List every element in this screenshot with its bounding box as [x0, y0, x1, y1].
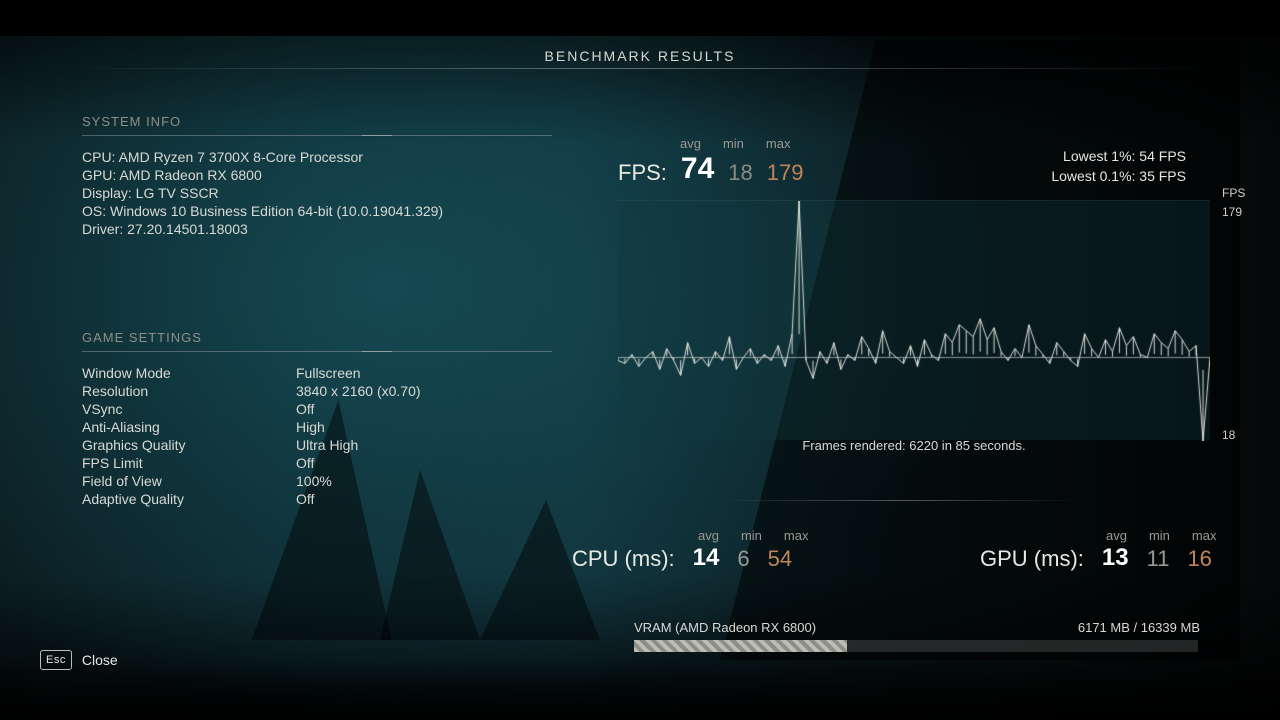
separator — [720, 500, 1080, 501]
settings-key: FPS Limit — [82, 454, 296, 472]
settings-value: Fullscreen — [296, 364, 361, 382]
settings-value: Off — [296, 454, 314, 472]
cpu-min: 6 — [737, 546, 749, 572]
system-info-line: GPU: AMD Radeon RX 6800 — [82, 166, 552, 184]
fps-min: 18 — [728, 160, 752, 186]
label-min: min — [723, 136, 744, 151]
settings-value: 100% — [296, 472, 332, 490]
system-info-line: Driver: 27.20.14501.18003 — [82, 220, 552, 238]
gpu-avg: 13 — [1102, 544, 1129, 572]
vram-value: 6171 MB / 16339 MB — [1078, 620, 1200, 635]
settings-row: VSyncOff — [82, 400, 552, 418]
lowest-01pct: Lowest 0.1%: 35 FPS — [1051, 166, 1186, 186]
fps-col-labels: avg min max — [680, 136, 790, 151]
frames-rendered-text: Frames rendered: 6220 in 85 seconds. — [618, 438, 1210, 453]
cpu-avg: 14 — [693, 544, 720, 572]
settings-row: Anti-AliasingHigh — [82, 418, 552, 436]
close-button[interactable]: Esc Close — [40, 650, 118, 670]
game-settings-panel: GAME SETTINGS Window ModeFullscreenResol… — [82, 330, 552, 508]
title-rule — [60, 68, 1214, 69]
system-info-line: CPU: AMD Ryzen 7 3700X 8-Core Processor — [82, 148, 552, 166]
cpu-col-labels: avg min max — [698, 528, 808, 543]
settings-value: 3840 x 2160 (x0.70) — [296, 382, 421, 400]
settings-value: Off — [296, 400, 314, 418]
cpu-max: 54 — [768, 546, 792, 572]
settings-key: Anti-Aliasing — [82, 418, 296, 436]
chart-y-unit: FPS — [1214, 186, 1245, 200]
chart-y-max: 179 — [1214, 205, 1242, 219]
gpu-label: GPU (ms): — [980, 546, 1084, 572]
vram-bar — [634, 640, 1198, 652]
label-max: max — [766, 136, 791, 151]
vram-label: VRAM (AMD Radeon RX 6800) — [634, 620, 816, 635]
game-settings-heading: GAME SETTINGS — [82, 330, 552, 352]
settings-value: Off — [296, 490, 314, 508]
settings-key: Window Mode — [82, 364, 296, 382]
fps-max: 179 — [767, 160, 804, 186]
settings-key: Graphics Quality — [82, 436, 296, 454]
settings-key: Adaptive Quality — [82, 490, 296, 508]
gpu-min: 11 — [1147, 546, 1170, 572]
settings-row: Window ModeFullscreen — [82, 364, 552, 382]
settings-value: High — [296, 418, 325, 436]
gpu-col-labels: avg min max — [1106, 528, 1216, 543]
system-info-panel: SYSTEM INFO CPU: AMD Ryzen 7 3700X 8-Cor… — [82, 114, 552, 238]
settings-key: Field of View — [82, 472, 296, 490]
settings-value: Ultra High — [296, 436, 358, 454]
bottom-gradient — [0, 660, 1280, 720]
vram-bar-fill — [634, 640, 847, 652]
system-info-line: Display: LG TV SSCR — [82, 184, 552, 202]
settings-key: VSync — [82, 400, 296, 418]
settings-key: Resolution — [82, 382, 296, 400]
settings-row: Adaptive QualityOff — [82, 490, 552, 508]
top-black-bar — [0, 0, 1280, 36]
fps-avg: 74 — [681, 152, 714, 186]
gpu-max: 16 — [1187, 546, 1211, 572]
lowest-1pct: Lowest 1%: 54 FPS — [1051, 146, 1186, 166]
settings-row: Graphics QualityUltra High — [82, 436, 552, 454]
fps-chart-canvas — [618, 201, 1210, 441]
settings-row: FPS LimitOff — [82, 454, 552, 472]
settings-row: Field of View100% — [82, 472, 552, 490]
fps-label: FPS: — [618, 160, 667, 186]
system-info-line: OS: Windows 10 Business Edition 64-bit (… — [82, 202, 552, 220]
cpu-label: CPU (ms): — [572, 546, 675, 572]
settings-row: Resolution3840 x 2160 (x0.70) — [82, 382, 552, 400]
label-avg: avg — [680, 136, 701, 151]
fps-chart: FPS 179 18 — [618, 200, 1210, 440]
esc-keycap-icon: Esc — [40, 650, 72, 670]
system-info-heading: SYSTEM INFO — [82, 114, 552, 136]
close-label: Close — [82, 652, 118, 668]
lowest-percentiles: Lowest 1%: 54 FPS Lowest 0.1%: 35 FPS — [1051, 146, 1186, 186]
chart-y-min: 18 — [1214, 428, 1235, 442]
page-title: BENCHMARK RESULTS — [0, 48, 1280, 64]
